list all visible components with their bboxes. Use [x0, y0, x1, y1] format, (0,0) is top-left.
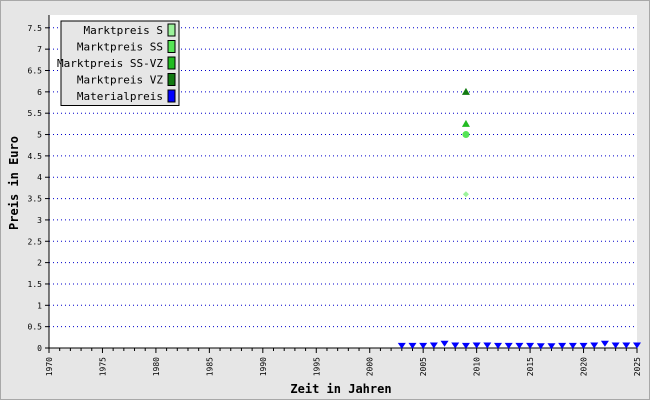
y-axis-title: Preis in Euro: [7, 136, 21, 230]
chart-frame: 0 0.5 1 1.5 2 2.5 3 3.5 4 4.5 5 5.5 6 6.5 7 7.5 1970 197…: [0, 0, 650, 400]
y-tick-label: 7.5: [28, 24, 43, 33]
series-marktpreis-ss: [462, 131, 470, 139]
legend-label: Marktpreis SS: [77, 41, 163, 54]
x-tick-label: 1975: [98, 357, 107, 376]
legend-swatch: [167, 89, 176, 103]
y-tick-label: 5: [37, 131, 42, 140]
x-axis-title: Zeit in Jahren: [290, 382, 391, 396]
y-tick-label: 4.5: [28, 152, 43, 161]
legend-swatch: [167, 56, 176, 70]
y-tick-label: 0: [37, 344, 42, 353]
x-tick-label: 1970: [45, 357, 54, 376]
y-tick-label: 3.5: [28, 195, 43, 204]
y-tick-label: 4: [37, 173, 42, 182]
x-tick-label: 2015: [526, 357, 535, 376]
y-tick-label: 1: [37, 301, 42, 310]
y-tick-label: 5.5: [28, 109, 43, 118]
y-tick-label: 2: [37, 259, 42, 268]
legend-label: Marktpreis SS-VZ: [57, 57, 163, 70]
legend-swatch: [167, 23, 176, 37]
x-tick-label: 2000: [366, 357, 375, 376]
legend-swatch: [167, 40, 176, 53]
y-tick-label: 6.5: [28, 67, 43, 76]
legend-label: Marktpreis VZ: [77, 74, 163, 87]
y-tick-label: 3: [37, 216, 42, 225]
x-tick-label: 2020: [580, 357, 589, 376]
x-tick-label: 2010: [473, 357, 482, 376]
x-tick-label: 1985: [205, 357, 214, 376]
y-tick-label: 6: [37, 88, 42, 97]
x-tick-label: 1980: [152, 357, 161, 376]
y-tick-label: 0.5: [28, 323, 43, 332]
y-tick-label: 1.5: [28, 280, 43, 289]
legend-swatch: [167, 73, 176, 86]
x-tick-label: 1990: [259, 357, 268, 376]
legend-label: Marktpreis S: [84, 24, 163, 37]
scatter-chart: 0 0.5 1 1.5 2 2.5 3 3.5 4 4.5 5 5.5 6 6.5 7 7.5 1970 197…: [7, 15, 642, 396]
legend-label: Materialpreis: [77, 90, 163, 103]
x-tick-label: 1995: [312, 357, 321, 376]
x-tick-label: 2005: [419, 357, 428, 376]
y-tick-label: 2.5: [28, 237, 43, 246]
x-tick-label: 2025: [633, 357, 642, 376]
y-tick-label: 7: [37, 45, 42, 54]
data-point: [462, 131, 470, 139]
